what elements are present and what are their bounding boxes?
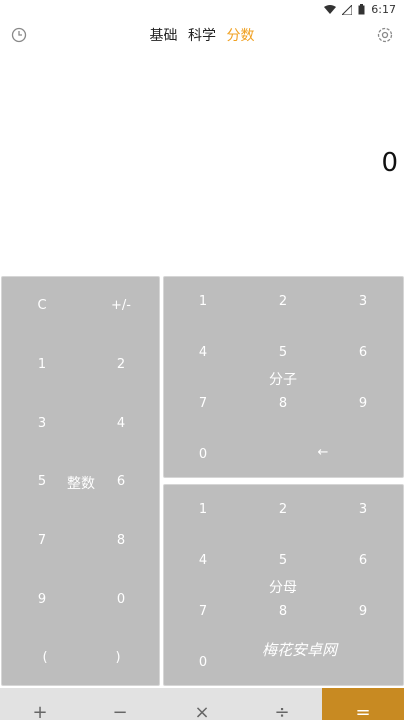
key-den-6[interactable]: 6 <box>343 553 383 569</box>
key-num-0[interactable]: 0 <box>183 447 223 463</box>
key-int-8[interactable]: 8 <box>101 533 141 549</box>
key-num-6[interactable]: 6 <box>343 345 383 361</box>
key-int-2[interactable]: 2 <box>101 357 141 373</box>
key-den-7[interactable]: 7 <box>183 604 223 620</box>
add-button[interactable]: + <box>20 704 60 720</box>
subtract-button[interactable]: − <box>100 704 140 720</box>
numerator-keypad: 1 2 3 4 5 6 分子 7 8 9 0 ← <box>163 276 404 478</box>
key-num-4[interactable]: 4 <box>183 345 223 361</box>
key-den-1[interactable]: 1 <box>183 502 223 518</box>
key-int-1[interactable]: 1 <box>22 357 62 373</box>
key-int-3[interactable]: 3 <box>22 416 62 432</box>
key-num-5[interactable]: 5 <box>263 345 303 361</box>
status-icons: 6:17 <box>324 3 396 16</box>
key-den-0[interactable]: 0 <box>183 655 223 671</box>
key-int-6[interactable]: 6 <box>101 474 141 490</box>
key-num-9[interactable]: 9 <box>343 396 383 412</box>
key-num-3[interactable]: 3 <box>343 294 383 310</box>
mode-tabs: 基础 科学 分数 <box>0 25 404 45</box>
key-num-7[interactable]: 7 <box>183 396 223 412</box>
tab-fraction[interactable]: 分数 <box>226 28 254 44</box>
key-sign[interactable]: +/- <box>101 298 141 314</box>
integer-label: 整数 <box>67 476 95 492</box>
status-time: 6:17 <box>371 3 396 16</box>
signal-icon <box>342 4 353 15</box>
key-int-9[interactable]: 9 <box>22 592 62 608</box>
key-den-3[interactable]: 3 <box>343 502 383 518</box>
gear-icon[interactable] <box>376 26 394 44</box>
key-backspace[interactable]: ← <box>303 445 343 461</box>
result-display: 0 <box>381 148 398 178</box>
key-close-paren[interactable]: ) <box>98 650 138 666</box>
integer-keypad: C +/- 1 2 3 4 5 整数 6 7 8 9 0 ( ) <box>1 276 160 686</box>
equals-label: = <box>355 702 371 720</box>
key-num-8[interactable]: 8 <box>263 396 303 412</box>
denominator-label: 分母 <box>269 580 297 596</box>
key-den-8[interactable]: 8 <box>263 604 303 620</box>
key-int-7[interactable]: 7 <box>22 533 62 549</box>
equals-button[interactable]: = <box>322 688 404 720</box>
key-num-1[interactable]: 1 <box>183 294 223 310</box>
multiply-button[interactable]: × <box>182 704 222 720</box>
tab-scientific[interactable]: 科学 <box>188 28 216 44</box>
key-den-9[interactable]: 9 <box>343 604 383 620</box>
tab-basic[interactable]: 基础 <box>150 28 178 44</box>
divide-button[interactable]: ÷ <box>262 704 302 720</box>
key-den-2[interactable]: 2 <box>263 502 303 518</box>
key-num-2[interactable]: 2 <box>263 294 303 310</box>
numerator-label: 分子 <box>269 372 297 388</box>
key-clear[interactable]: C <box>22 298 62 314</box>
status-bar: 6:17 <box>0 0 404 20</box>
key-den-4[interactable]: 4 <box>183 553 223 569</box>
header: 基础 科学 分数 <box>0 22 404 50</box>
wifi-icon <box>324 4 337 14</box>
key-den-5[interactable]: 5 <box>263 553 303 569</box>
key-int-4[interactable]: 4 <box>101 416 141 432</box>
key-int-0[interactable]: 0 <box>101 592 141 608</box>
key-open-paren[interactable]: ( <box>25 650 65 666</box>
battery-icon <box>358 4 365 15</box>
watermark: 梅花安卓网 <box>262 641 338 659</box>
